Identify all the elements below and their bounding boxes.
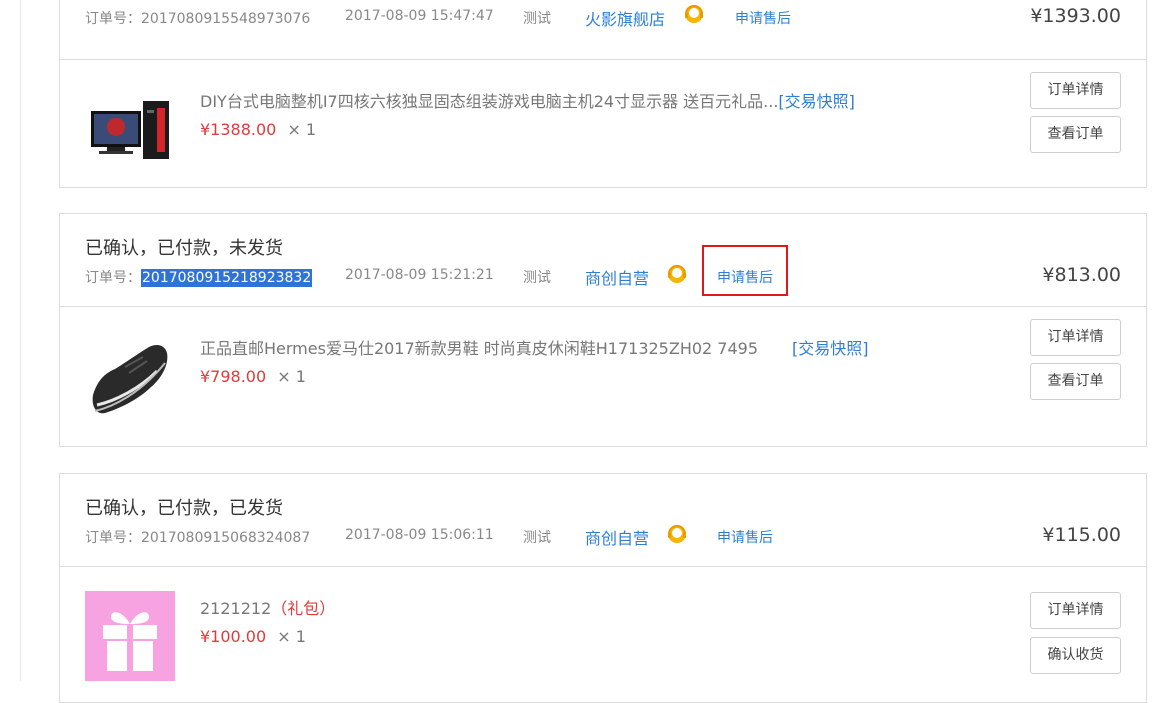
shop-link[interactable]: 商创自营 bbox=[585, 525, 649, 549]
product-name[interactable]: 2121212（礼包） bbox=[200, 595, 335, 619]
order-status: 已确认，已付款，未发货 bbox=[85, 238, 283, 259]
order-number: 订单号：2017080915218923832 bbox=[85, 269, 313, 287]
product-quantity: × 1 bbox=[277, 367, 306, 386]
product-name[interactable]: 正品直邮Hermes爱马仕2017新款男鞋 时尚真皮休闲鞋H171325ZH02… bbox=[200, 335, 869, 359]
view-order-button[interactable]: 查看订单 bbox=[1030, 363, 1121, 400]
order-total: ¥1393.00 bbox=[1030, 5, 1121, 27]
shop-link[interactable]: 商创自营 bbox=[585, 265, 649, 289]
customer-service-icon[interactable] bbox=[683, 3, 705, 25]
order-user: 测试 bbox=[523, 530, 551, 546]
order-detail-button[interactable]: 订单详情 bbox=[1030, 319, 1121, 356]
order-header: 已确认，已付款，已发货 订单号：2017080915068324087 2017… bbox=[60, 474, 1146, 567]
highlight-box bbox=[702, 245, 788, 296]
product-quantity: × 1 bbox=[277, 627, 306, 646]
gift-pack-tag: （礼包） bbox=[271, 599, 336, 618]
order-total: ¥813.00 bbox=[1042, 264, 1121, 286]
product-image-computer[interactable] bbox=[85, 86, 175, 176]
order-user: 测试 bbox=[523, 270, 551, 286]
page-divider bbox=[20, 0, 21, 681]
order-header: 已确认，已付款，未发货 订单号：2017080915218923832 2017… bbox=[60, 214, 1146, 307]
confirm-receipt-button[interactable]: 确认收货 bbox=[1030, 637, 1121, 674]
selected-order-number[interactable]: 2017080915218923832 bbox=[141, 269, 313, 287]
shop-link[interactable]: 火影旗舰店 bbox=[585, 6, 665, 30]
order-status: 已确认，已付款，已发货 bbox=[85, 498, 283, 519]
order-card: 订单号：2017080915548973076 2017-08-09 15:47… bbox=[59, 0, 1147, 188]
customer-service-icon[interactable] bbox=[666, 523, 688, 545]
gift-icon[interactable] bbox=[85, 591, 175, 681]
order-detail-button[interactable]: 订单详情 bbox=[1030, 592, 1121, 629]
order-date: 2017-08-09 15:21:21 bbox=[345, 267, 494, 283]
trade-snapshot-link[interactable]: [交易快照] bbox=[778, 92, 855, 111]
order-date: 2017-08-09 15:47:47 bbox=[345, 8, 494, 24]
order-date: 2017-08-09 15:06:11 bbox=[345, 527, 494, 543]
apply-aftersale-link[interactable]: 申请售后 bbox=[735, 8, 791, 28]
order-number: 订单号：2017080915548973076 bbox=[85, 11, 311, 27]
apply-aftersale-link[interactable]: 申请售后 bbox=[717, 527, 773, 547]
customer-service-icon[interactable] bbox=[666, 263, 688, 285]
product-image-shoe[interactable] bbox=[85, 333, 175, 423]
order-user: 测试 bbox=[523, 11, 551, 27]
order-detail-button[interactable]: 订单详情 bbox=[1030, 72, 1121, 109]
product-name[interactable]: DIY台式电脑整机I7四核六核独显固态组装游戏电脑主机24寸显示器 送百元礼品.… bbox=[200, 88, 855, 112]
view-order-button[interactable]: 查看订单 bbox=[1030, 116, 1121, 153]
order-number: 订单号：2017080915068324087 bbox=[85, 530, 311, 546]
product-price: ¥798.00 × 1 bbox=[200, 367, 306, 386]
order-total: ¥115.00 bbox=[1042, 524, 1121, 546]
order-card: 已确认，已付款，未发货 订单号：2017080915218923832 2017… bbox=[59, 213, 1147, 447]
order-card: 已确认，已付款，已发货 订单号：2017080915068324087 2017… bbox=[59, 473, 1147, 703]
product-price: ¥100.00 × 1 bbox=[200, 627, 306, 646]
product-quantity: × 1 bbox=[287, 120, 317, 139]
product-price: ¥1388.00 × 1 bbox=[200, 120, 317, 139]
trade-snapshot-link[interactable]: [交易快照] bbox=[792, 339, 869, 358]
order-header: 订单号：2017080915548973076 2017-08-09 15:47… bbox=[60, 0, 1146, 60]
